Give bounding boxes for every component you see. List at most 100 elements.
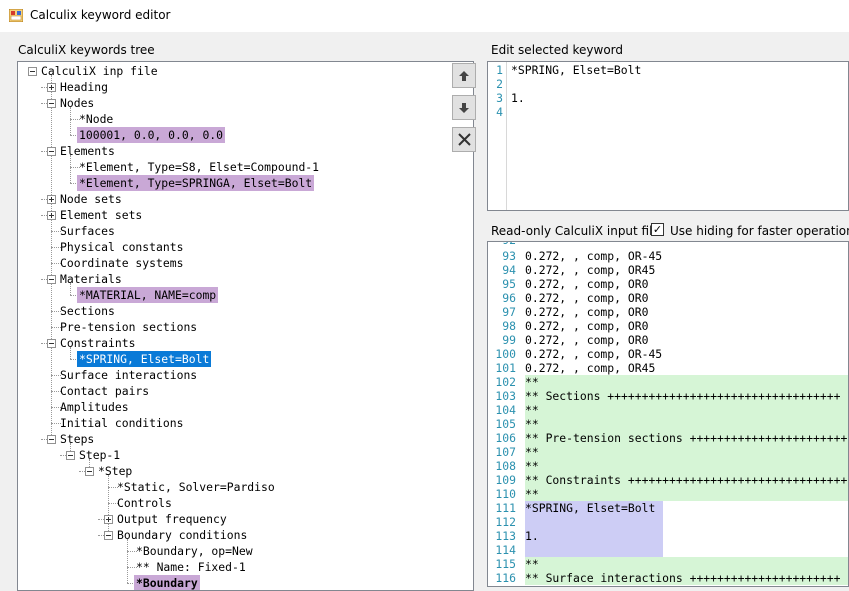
tree-node-label: *Element, Type=S8, Elset=Compound-1 [79, 160, 320, 174]
move-up-button[interactable] [452, 63, 476, 88]
readonly-input-file[interactable]: 92 93 0.272, , comp, OR-45 94 0.272, , comp,… [487, 241, 849, 587]
collapse-icon[interactable] [47, 339, 56, 348]
tree-node-label: Contact pairs [60, 384, 150, 398]
readonly-line: ** [525, 403, 848, 417]
tree-node[interactable]: Output frequency [18, 511, 473, 527]
tree-node-label: *MATERIAL, NAME=comp [77, 287, 219, 303]
collapse-icon[interactable] [47, 99, 56, 108]
readonly-line: 0.272, , comp, OR0 [525, 333, 649, 347]
tree-node[interactable]: *Element, Type=SPRINGA, Elset=Bolt [18, 175, 473, 191]
line-number: 99 [502, 333, 516, 347]
delete-button[interactable] [452, 127, 476, 152]
arrow-down-icon [459, 103, 469, 113]
move-down-button[interactable] [452, 95, 476, 120]
tree-node[interactable]: Pre-tension sections [18, 319, 473, 335]
tree-node[interactable]: Step-1 [18, 447, 473, 463]
hiding-checkbox[interactable]: ✓ [651, 223, 664, 236]
edit-keyword-label: Edit selected keyword [491, 43, 624, 57]
tree-node[interactable]: Controls [18, 495, 473, 511]
readonly-line: 1. [525, 529, 663, 543]
collapse-icon[interactable] [47, 275, 56, 284]
tree-node[interactable]: *Boundary, op=New [18, 543, 473, 559]
tree-node[interactable]: Sections [18, 303, 473, 319]
delete-x-icon [457, 133, 471, 146]
collapse-icon[interactable] [28, 67, 37, 76]
tree-node[interactable]: Surface interactions [18, 367, 473, 383]
tree-node[interactable]: Element sets [18, 207, 473, 223]
readonly-line: 0.272, , comp, OR0 [525, 305, 649, 319]
collapse-icon[interactable] [104, 531, 113, 540]
tree-node-label: Element sets [60, 208, 143, 222]
readonly-line: 0.272, , comp, OR0 [525, 319, 649, 333]
tree-node[interactable]: Contact pairs [18, 383, 473, 399]
tree-node-label: *Boundary [134, 575, 200, 590]
tree-node-label: Constraints [60, 336, 136, 350]
tree-node-label: Heading [60, 80, 109, 94]
line-number: 114 [495, 543, 516, 557]
tree-node[interactable]: Coordinate systems [18, 255, 473, 271]
expand-icon[interactable] [47, 211, 56, 220]
collapse-icon[interactable] [47, 435, 56, 444]
keyword-editor[interactable]: 1 *SPRING, Elset=Bolt 2 3 1. 4 [487, 61, 849, 211]
tree-node[interactable]: Materials [18, 271, 473, 287]
line-number: 96 [502, 291, 516, 305]
line-number: 98 [502, 319, 516, 333]
readonly-line: ** [525, 557, 848, 571]
expand-icon[interactable] [47, 83, 56, 92]
readonly-line: 0.272, , comp, OR0 [525, 277, 649, 291]
readonly-line: 0.272, , comp, OR0 [525, 291, 649, 305]
tree-node[interactable]: Constraints [18, 335, 473, 351]
tree-node[interactable]: *Element, Type=S8, Elset=Compound-1 [18, 159, 473, 175]
tree-node-label: Step-1 [79, 448, 121, 462]
tree-node[interactable]: Initial conditions [18, 415, 473, 431]
readonly-line: 0.272, , comp, OR-45 [525, 249, 663, 263]
collapse-icon[interactable] [47, 147, 56, 156]
tree-node[interactable]: *Boundary [18, 575, 473, 590]
keywords-tree[interactable]: CalculiX inp file Heading Nodes *Node 100001… [17, 61, 474, 591]
tree-node-label: ** Name: Fixed-1 [136, 560, 246, 574]
line-number: 3 [496, 91, 503, 105]
tree-node[interactable]: *SPRING, Elset=Bolt [18, 351, 473, 367]
tree-node[interactable]: CalculiX inp file [18, 63, 473, 79]
readonly-line: ** [525, 459, 848, 473]
tree-node-label: *Boundary, op=New [136, 544, 253, 558]
readonly-line: ** Surface interactions ++++++++++++++++… [525, 571, 848, 585]
tree-node[interactable]: *MATERIAL, NAME=comp [18, 287, 473, 303]
tree-node[interactable]: Boundary conditions [18, 527, 473, 543]
line-number: 102 [495, 375, 516, 389]
collapse-icon[interactable] [66, 451, 75, 460]
tree-node-label: Initial conditions [60, 416, 184, 430]
line-number: 101 [495, 361, 516, 375]
arrow-up-icon [459, 71, 469, 81]
hiding-checkbox-label[interactable]: Use hiding for faster operation [670, 224, 849, 238]
tree-node[interactable]: Elements [18, 143, 473, 159]
tree-node[interactable]: Nodes [18, 95, 473, 111]
line-number: 112 [495, 515, 516, 529]
expand-icon[interactable] [47, 195, 56, 204]
readonly-line: ** [525, 375, 848, 389]
tree-node-label: *Step [98, 464, 133, 478]
tree-node-label: Materials [60, 272, 122, 286]
readonly-line: 0.272, , comp, OR-45 [525, 347, 663, 361]
tree-node[interactable]: ** Name: Fixed-1 [18, 559, 473, 575]
readonly-label: Read-only CalculiX input file [491, 224, 660, 238]
line-number: 108 [495, 459, 516, 473]
app-icon [9, 9, 23, 22]
tree-node[interactable]: Steps [18, 431, 473, 447]
line-number: 100 [495, 347, 516, 361]
expand-icon[interactable] [104, 515, 113, 524]
tree-node[interactable]: 100001, 0.0, 0.0, 0.0 [18, 127, 473, 143]
tree-node[interactable]: Surfaces [18, 223, 473, 239]
tree-node-label: Steps [60, 432, 95, 446]
tree-node[interactable]: Node sets [18, 191, 473, 207]
line-number: 116 [495, 571, 516, 585]
collapse-icon[interactable] [85, 467, 94, 476]
tree-node[interactable]: Amplitudes [18, 399, 473, 415]
tree-node[interactable]: *Step [18, 463, 473, 479]
tree-node[interactable]: Physical constants [18, 239, 473, 255]
line-number: 110 [495, 487, 516, 501]
tree-node[interactable]: *Static, Solver=Pardiso [18, 479, 473, 495]
tree-node[interactable]: *Node [18, 111, 473, 127]
tree-node-label: *Element, Type=SPRINGA, Elset=Bolt [77, 175, 315, 191]
tree-node[interactable]: Heading [18, 79, 473, 95]
